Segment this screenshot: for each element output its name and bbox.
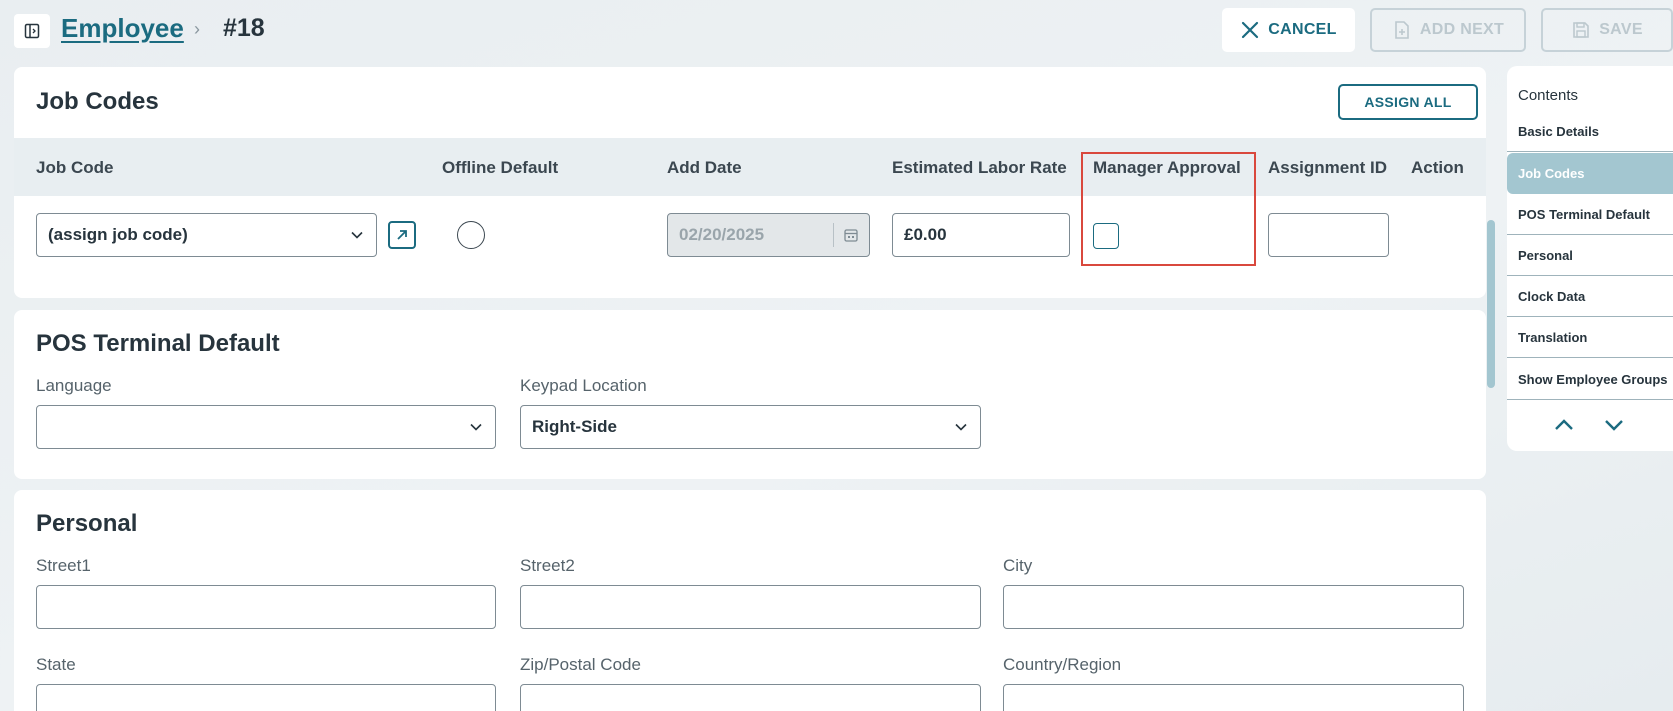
main-scrollbar-thumb[interactable] <box>1487 220 1495 388</box>
language-label: Language <box>36 376 112 395</box>
toc-item-pos-terminal-default[interactable]: POS Terminal Default <box>1507 194 1673 235</box>
add-date-field: 02/20/2025 <box>667 213 870 257</box>
breadcrumb-separator: › <box>194 19 200 39</box>
close-icon <box>1242 21 1259 39</box>
city-input[interactable] <box>1003 585 1464 629</box>
toc-item-personal[interactable]: Personal <box>1507 235 1673 276</box>
toc-item-translation[interactable]: Translation <box>1507 317 1673 358</box>
breadcrumb-current: #18 <box>223 14 265 42</box>
toc-item-job-codes[interactable]: Job Codes <box>1507 153 1673 194</box>
pos-terminal-title: POS Terminal Default <box>36 330 280 357</box>
street2-label: Street2 <box>520 556 575 575</box>
country-select[interactable] <box>1003 684 1464 711</box>
contents-panel: Contents Basic Details Job Codes POS Ter… <box>1507 66 1673 451</box>
state-select[interactable] <box>36 684 496 711</box>
country-label: Country/Region <box>1003 655 1122 674</box>
cancel-button[interactable]: CANCEL <box>1222 8 1355 52</box>
column-header-assignment-id: Assignment ID <box>1268 158 1388 177</box>
state-label: State <box>36 655 76 674</box>
column-header-estimated-labor-rate: Estimated Labor Rate <box>892 158 1067 177</box>
keypad-location-value: Right-Side <box>532 417 617 436</box>
column-header-job-code: Job Code <box>36 158 114 177</box>
offline-default-radio[interactable] <box>457 221 485 249</box>
save-label: SAVE <box>1599 21 1643 38</box>
job-codes-table-header: Job Code Offline Default Add Date Estima… <box>14 138 1486 196</box>
labor-rate-input[interactable]: £0.00 <box>892 213 1070 257</box>
keypad-location-select[interactable]: Right-Side <box>520 405 981 449</box>
breadcrumb-parent-link[interactable]: Employee <box>61 13 184 44</box>
column-header-offline-default: Offline Default <box>442 158 559 177</box>
chevron-down-icon[interactable] <box>1603 414 1625 436</box>
street1-input[interactable] <box>36 585 496 629</box>
panel-toggle-icon <box>24 23 40 39</box>
assign-all-button[interactable]: ASSIGN ALL <box>1338 84 1478 120</box>
top-bar: Employee › #18 CANCEL ADD NEXT SAVE <box>0 0 1673 60</box>
chevron-down-icon <box>351 231 363 239</box>
keypad-location-label: Keypad Location <box>520 376 647 395</box>
street1-label: Street1 <box>36 556 91 575</box>
chevron-down-icon <box>955 423 967 431</box>
toc-item-basic-details[interactable]: Basic Details <box>1507 111 1673 152</box>
open-link-icon <box>397 230 407 240</box>
column-header-action: Action <box>1411 158 1464 177</box>
panel-toggle-button[interactable] <box>14 14 50 48</box>
street2-input[interactable] <box>520 585 981 629</box>
save-icon <box>1573 22 1590 38</box>
add-next-icon <box>1395 21 1409 39</box>
add-next-button[interactable]: ADD NEXT <box>1370 8 1526 52</box>
calendar-separator <box>833 223 834 247</box>
assignment-id-input[interactable] <box>1268 213 1389 257</box>
toc-item-clock-data[interactable]: Clock Data <box>1507 276 1673 317</box>
language-select[interactable] <box>36 405 496 449</box>
personal-section: Personal Street1 Street2 City State Zip/… <box>14 490 1486 711</box>
zip-label: Zip/Postal Code <box>520 655 641 674</box>
open-job-code-button[interactable] <box>388 221 416 249</box>
chevron-up-icon[interactable] <box>1553 414 1575 436</box>
save-button[interactable]: SAVE <box>1541 8 1673 52</box>
manager-approval-highlight <box>1081 152 1256 266</box>
calendar-icon[interactable] <box>843 227 859 243</box>
city-label: City <box>1003 556 1033 575</box>
cancel-label: CANCEL <box>1268 21 1337 38</box>
job-code-select[interactable]: (assign job code) <box>36 213 377 257</box>
add-date-value: 02/20/2025 <box>679 225 765 244</box>
contents-title: Contents <box>1518 87 1579 104</box>
column-header-add-date: Add Date <box>667 158 742 177</box>
toc-item-show-employee-groups[interactable]: Show Employee Groups <box>1507 359 1673 400</box>
labor-rate-value: £0.00 <box>904 225 947 244</box>
personal-title: Personal <box>36 510 138 537</box>
job-code-value: (assign job code) <box>48 225 188 244</box>
chevron-down-icon <box>470 423 482 431</box>
zip-input[interactable] <box>520 684 981 711</box>
add-next-label: ADD NEXT <box>1419 21 1505 38</box>
job-codes-title: Job Codes <box>36 88 159 115</box>
job-codes-section: Job Codes ASSIGN ALL Job Code Offline De… <box>14 67 1486 298</box>
pos-terminal-section: POS Terminal Default Language Keypad Loc… <box>14 310 1486 479</box>
